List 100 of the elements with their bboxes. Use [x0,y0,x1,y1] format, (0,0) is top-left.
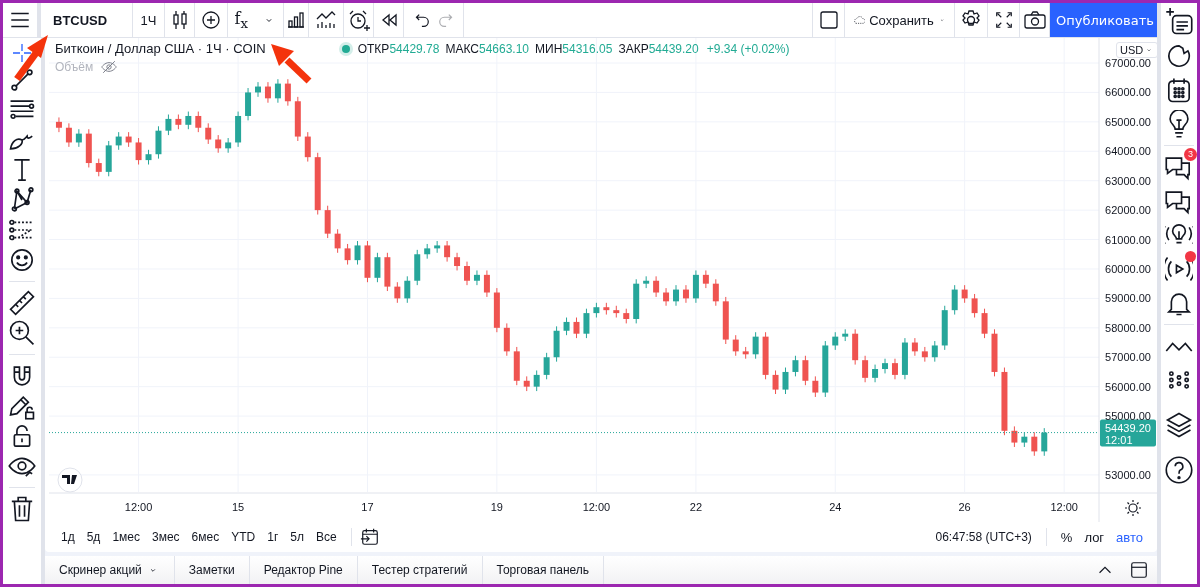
panel-tab[interactable]: Торговая панель [482,556,605,584]
symbol-title: Биткоин / Доллар США · 1Ч · COIN [55,41,266,56]
logo-icon[interactable] [57,467,83,493]
range-button[interactable]: 1д [55,530,81,544]
annotation-arrow [14,35,48,82]
ohlc-value: 54429.78 [389,41,440,56]
candle [55,116,62,133]
indicators-button[interactable]: f$_{x}$ [234,8,261,32]
candle [185,111,192,130]
candle [563,317,570,336]
trend-line-icon[interactable] [8,66,36,94]
candle [344,243,351,266]
range-button[interactable]: 5д [80,530,107,544]
range-button[interactable]: 5л [284,530,310,544]
price-label: 56000.00 [1105,380,1151,393]
publish-button[interactable]: Опубликовать [1050,3,1157,37]
panel-tab[interactable]: Редактор Pine [249,556,358,584]
candle [274,78,281,104]
candle [812,375,819,398]
candle [653,275,660,298]
zoom-in-icon[interactable] [8,319,36,347]
candle [722,296,729,345]
calendar-goto-icon[interactable] [359,527,380,547]
panel-tab[interactable]: Скринер акций [45,556,175,584]
range-button[interactable]: 1г [261,530,285,544]
layout-square-icon[interactable] [817,9,840,31]
alarm-clock-icon[interactable] [347,9,370,31]
scale-option[interactable]: авто [1110,529,1149,545]
candle [354,240,361,266]
range-button[interactable]: Все [309,530,343,544]
candle [792,355,799,377]
timer-icon[interactable] [1165,42,1193,70]
last-price-label [1100,419,1156,447]
range-button[interactable]: 1мес [106,530,146,544]
candle [75,128,82,148]
candle [643,275,650,289]
fullscreen-icon[interactable] [993,10,1014,30]
camera-icon[interactable] [1023,9,1046,31]
watchlist-icon[interactable] [1165,8,1193,36]
candle [245,87,252,121]
candle [314,152,321,216]
price-label: 53000.00 [1105,468,1151,481]
price-label: 64000.00 [1105,145,1151,158]
range-button[interactable]: 6мес [185,530,226,544]
candle [742,346,749,360]
scale-option[interactable]: лог [1078,529,1111,545]
settings-icon[interactable] [1124,499,1142,517]
candle [175,114,182,130]
scale-option[interactable]: % [1054,529,1079,545]
range-button[interactable]: YTD [225,530,262,544]
panel-tab[interactable]: Тестер стратегий [357,556,483,584]
candle [832,331,839,351]
candle [921,346,928,363]
candle [394,281,401,304]
price-label: 60000.00 [1105,262,1151,275]
candle [752,331,759,360]
calendar-icon[interactable] [1165,76,1193,104]
candle [951,284,958,316]
range-button[interactable]: 3мес [146,530,186,544]
help-icon[interactable] [1165,456,1193,484]
ruler-icon[interactable] [8,289,36,317]
candle [782,367,789,395]
time-label: 12:00 [124,501,153,513]
candle [1021,431,1028,448]
crosshair-icon[interactable] [11,42,33,64]
maximize-icon[interactable] [1129,560,1149,580]
smiley-icon[interactable] [8,246,36,274]
panel-tab[interactable]: Заметки [174,556,250,584]
candle [712,278,719,307]
candle [424,243,431,260]
candle [682,284,689,304]
candle [633,278,640,324]
candle [891,358,898,380]
candle [304,131,311,163]
candle [872,364,879,383]
candle [1001,367,1008,436]
candle [503,322,510,357]
candle [165,114,172,136]
ohlc-label: ЗАКР [618,41,649,56]
price-label: 57000.00 [1105,351,1151,364]
candle [454,252,461,271]
candle [762,331,769,380]
candle [1031,431,1038,457]
candle [85,128,92,168]
ohlc-label: МАКС [445,41,479,56]
price-label: 63000.00 [1105,174,1151,187]
add-circle-icon[interactable] [200,9,222,31]
time-label: 19 [490,501,503,513]
candle [772,370,779,395]
eye-off-icon[interactable] [101,59,118,75]
interval-selector[interactable]: 1Ч [133,3,165,37]
layers-icon[interactable] [1165,411,1193,439]
chart-template-icon[interactable] [315,9,337,31]
candle [862,355,869,383]
time-label: 26 [958,501,971,513]
save-button[interactable]: Сохранить [869,12,934,28]
broadcast-icon[interactable] [1165,255,1193,283]
candle [205,122,212,145]
bar-chart-icon[interactable] [285,9,307,31]
annotation-arrow [271,44,312,84]
